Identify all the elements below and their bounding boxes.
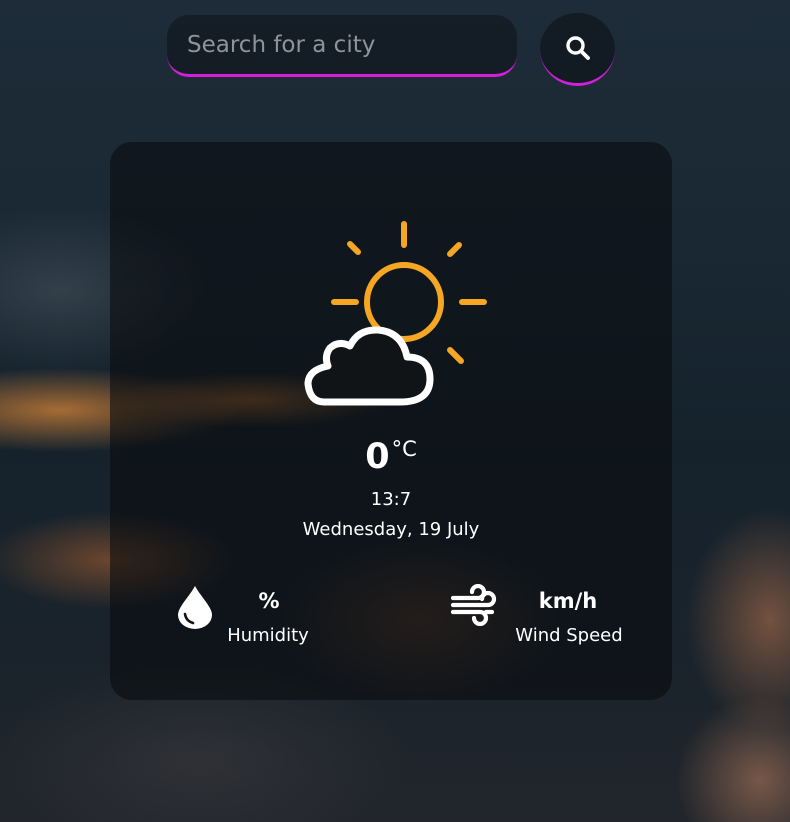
search-input[interactable] (167, 15, 517, 77)
partly-cloudy-icon (304, 221, 487, 406)
temperature: 0 °C (110, 436, 672, 478)
search-bar (167, 15, 517, 81)
wind-label: Wind Speed (515, 625, 623, 646)
water-drop-icon (178, 586, 212, 629)
weather-card: 0 °C 13:7 Wednesday, 19 July % Humidity … (110, 142, 672, 700)
local-date: Wednesday, 19 July (302, 519, 480, 540)
wind-stat: km/h Wind Speed (450, 580, 640, 650)
local-time: 13:7 (370, 489, 412, 510)
temperature-value: 0 (365, 437, 390, 477)
search-icon (565, 36, 590, 60)
wind-value: km/h (538, 589, 598, 613)
search-button[interactable] (540, 13, 615, 86)
humidity-label: Humidity (227, 625, 309, 646)
wind-icon (450, 584, 497, 626)
humidity-value: % (258, 589, 280, 613)
humidity-stat: % Humidity (176, 580, 326, 650)
temperature-unit: °C (391, 437, 417, 461)
